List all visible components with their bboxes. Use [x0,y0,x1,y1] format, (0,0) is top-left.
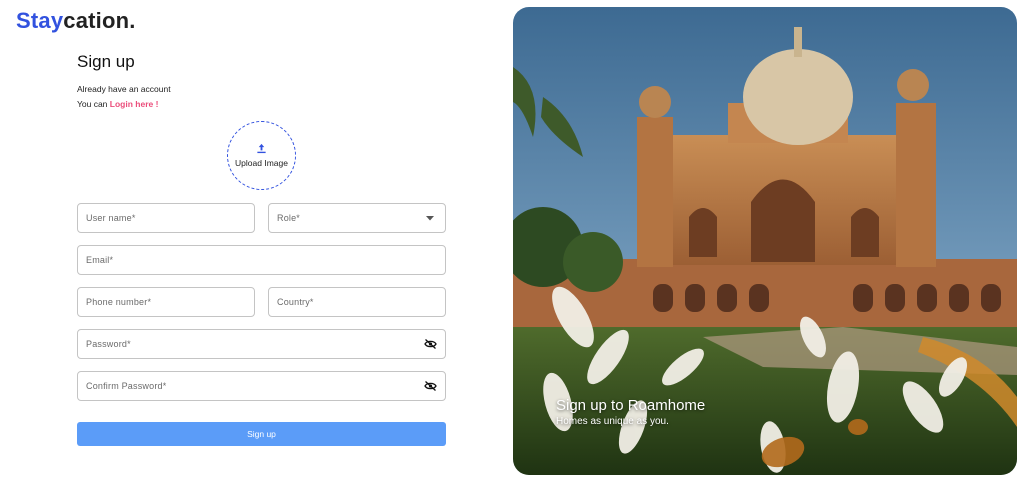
role-placeholder: Role* [277,213,301,223]
confirm-password-placeholder: Confirm Password* [86,381,167,391]
already-have-account-text: Already have an account [77,84,171,94]
upload-icon [257,143,266,154]
signup-submit-button[interactable]: Sign up [77,422,446,446]
username-placeholder: User name* [86,213,136,223]
confirm-password-field[interactable]: Confirm Password* [77,371,446,401]
visibility-off-icon[interactable] [423,337,437,351]
password-placeholder: Password* [86,339,131,349]
password-field[interactable]: Password* [77,329,446,359]
country-placeholder: Country* [277,297,314,307]
login-prompt-label: You can [77,99,110,109]
hero-heading: Sign up to Roamhome [556,397,706,414]
hero-caption: Sign up to Roamhome Homes as unique as y… [556,397,705,427]
upload-image-label: Upload Image [235,158,288,168]
country-field[interactable]: Country* [268,287,446,317]
login-prompt: You can Login here ! [77,97,446,112]
hero-image-panel: Sign up to Roamhome Homes as unique as y… [513,7,1017,475]
logo-part-cation: cation. [63,8,136,33]
signup-form: Sign up Already have an account You can … [77,52,446,446]
dropdown-arrow-icon [423,211,437,225]
hero-subheading: Homes as unique as you. [556,416,669,427]
page-title: Sign up [77,52,135,71]
phone-number-field[interactable]: Phone number* [77,287,255,317]
role-select[interactable]: Role* [268,203,446,233]
email-placeholder: Email* [86,255,114,265]
login-link[interactable]: Login here ! [110,99,159,109]
visibility-off-icon[interactable] [423,379,437,393]
logo-part-stay: Stay [16,8,64,33]
username-field[interactable]: User name* [77,203,255,233]
email-field[interactable]: Email* [77,245,446,275]
upload-image-button[interactable]: Upload Image [227,121,296,190]
app-logo: Staycation. [16,8,136,34]
phone-number-placeholder: Phone number* [86,297,152,307]
